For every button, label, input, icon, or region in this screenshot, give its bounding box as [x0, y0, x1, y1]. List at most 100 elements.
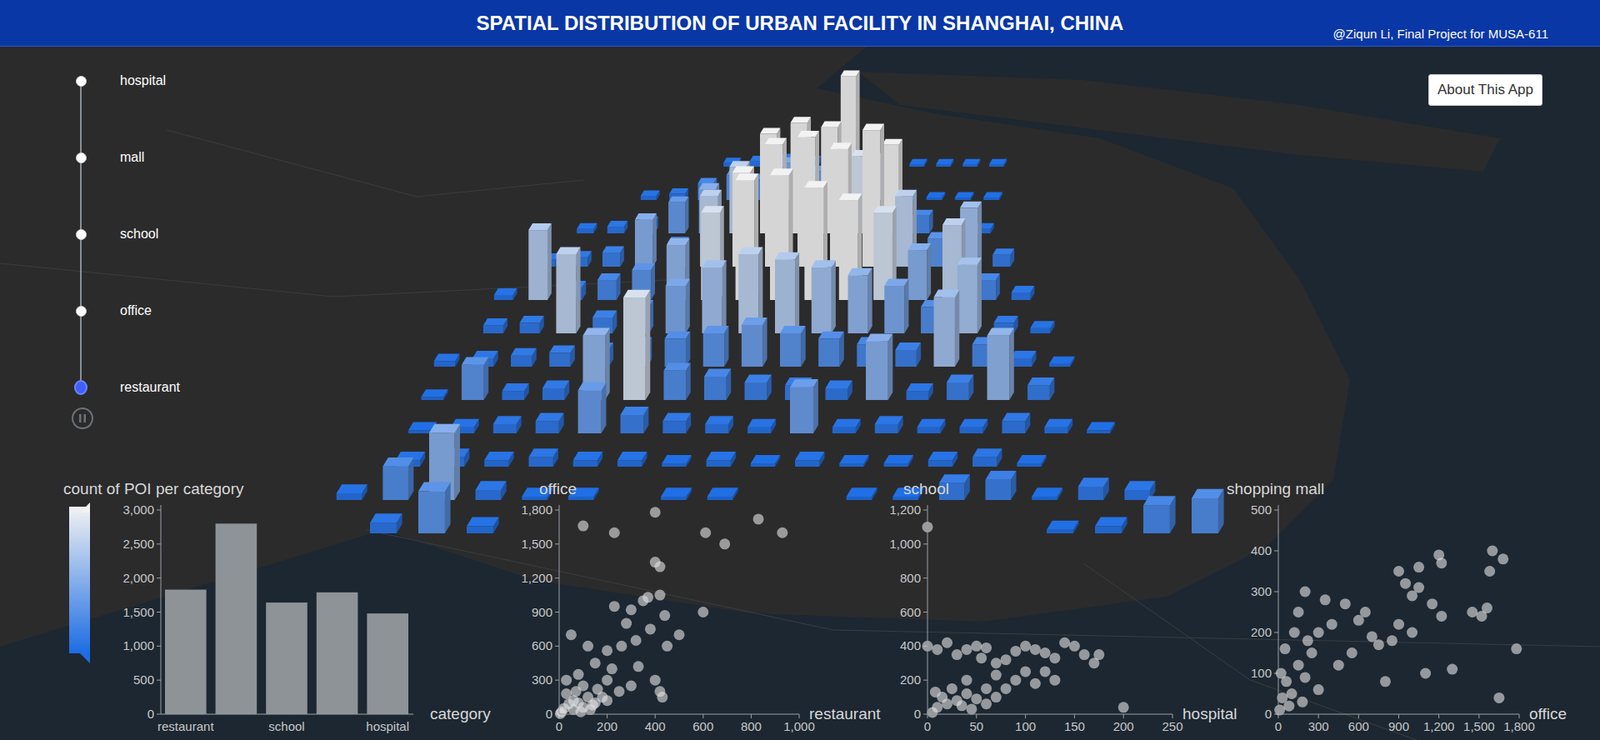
timeline-item[interactable]: school	[74, 225, 180, 243]
scatter-point[interactable]	[776, 527, 788, 539]
scatter-point[interactable]	[654, 685, 665, 697]
scatter-point[interactable]	[592, 684, 604, 695]
scatter-point[interactable]	[1493, 692, 1505, 704]
scatter-point[interactable]	[1020, 665, 1031, 677]
scatter-point[interactable]	[1313, 684, 1325, 695]
scatter-point[interactable]	[1293, 606, 1305, 618]
scatter-point[interactable]	[1346, 647, 1358, 659]
scatter-point[interactable]	[990, 691, 1002, 703]
scatter-point[interactable]	[1435, 557, 1447, 569]
scatter-point[interactable]	[1093, 649, 1105, 660]
scatter-point[interactable]	[1049, 652, 1060, 664]
scatter-point[interactable]	[609, 600, 620, 612]
scatter-point[interactable]	[719, 538, 730, 550]
scatter-point[interactable]	[970, 693, 982, 705]
scatter-point[interactable]	[1040, 647, 1051, 659]
scatter-point[interactable]	[1400, 578, 1411, 590]
scatter-point[interactable]	[1000, 654, 1012, 665]
scatter-point[interactable]	[577, 520, 589, 532]
scatter-point[interactable]	[930, 686, 941, 698]
scatter-point[interactable]	[1283, 700, 1295, 712]
bar[interactable]	[265, 602, 308, 715]
scatter-point[interactable]	[1000, 683, 1012, 695]
timeline-item[interactable]: restaurant	[74, 379, 180, 396]
scatter-point[interactable]	[1300, 586, 1311, 598]
scatter-point[interactable]	[609, 527, 620, 539]
scatter-point[interactable]	[1079, 649, 1090, 660]
scatter-point[interactable]	[941, 637, 953, 649]
scatter-point[interactable]	[1486, 545, 1498, 557]
scatter-point[interactable]	[1360, 606, 1371, 618]
scatter-point[interactable]	[980, 642, 992, 654]
scatter-point[interactable]	[931, 701, 943, 713]
scatter-point[interactable]	[1446, 664, 1458, 675]
scatter-point[interactable]	[601, 695, 613, 706]
scatter-point[interactable]	[1435, 610, 1447, 622]
scatter-point[interactable]	[1380, 675, 1391, 687]
scatter-point[interactable]	[1040, 665, 1051, 677]
scatter-point[interactable]	[1069, 640, 1080, 652]
scatter-point[interactable]	[990, 670, 1002, 681]
about-button[interactable]: About This App	[1428, 74, 1543, 106]
scatter-point[interactable]	[1510, 643, 1522, 655]
scatter-point[interactable]	[980, 698, 992, 710]
scatter-point[interactable]	[573, 669, 585, 680]
scatter-point[interactable]	[645, 623, 656, 635]
scatter-point[interactable]	[1373, 639, 1385, 650]
scatter-point[interactable]	[1406, 590, 1418, 601]
scatter-point[interactable]	[570, 685, 582, 697]
scatter-point[interactable]	[625, 604, 637, 615]
scatter-point[interactable]	[965, 703, 977, 715]
scatter-point[interactable]	[1049, 675, 1060, 686]
scatter-point[interactable]	[1484, 565, 1495, 577]
scatter-point[interactable]	[1413, 561, 1425, 573]
play-pause-button[interactable]	[71, 407, 94, 430]
scatter-point[interactable]	[951, 649, 963, 660]
scatter-point[interactable]	[654, 561, 665, 573]
scatter-point[interactable]	[956, 700, 968, 711]
scatter-point[interactable]	[990, 657, 1002, 669]
scatter-point[interactable]	[575, 706, 586, 718]
scatter-point[interactable]	[1020, 640, 1031, 652]
timeline-item[interactable]: hospital	[74, 72, 180, 90]
timeline-dot[interactable]	[75, 229, 87, 240]
timeline-dot[interactable]	[75, 75, 87, 87]
scatter-point[interactable]	[1393, 565, 1405, 577]
scatter-point[interactable]	[659, 610, 670, 621]
scatter-point[interactable]	[1118, 701, 1130, 713]
timeline-dot[interactable]	[75, 305, 87, 317]
scatter-point[interactable]	[980, 683, 992, 695]
timeline-item[interactable]: office	[74, 302, 180, 320]
scatter-point[interactable]	[1313, 627, 1325, 639]
scatter-point[interactable]	[1289, 627, 1300, 639]
scatter-point[interactable]	[630, 635, 642, 646]
scatter-point[interactable]	[1481, 602, 1493, 614]
bar[interactable]	[215, 523, 258, 715]
scatter-point[interactable]	[650, 506, 661, 518]
scatter-point[interactable]	[1293, 660, 1305, 671]
bar[interactable]	[316, 592, 359, 715]
scatter-point[interactable]	[700, 527, 711, 539]
scatter-point[interactable]	[697, 606, 709, 618]
scatter-point[interactable]	[1296, 696, 1308, 708]
scatter-point[interactable]	[560, 688, 572, 700]
scatter-point[interactable]	[1426, 598, 1438, 610]
scatter-point[interactable]	[1386, 635, 1398, 646]
scatter-point[interactable]	[1306, 647, 1318, 659]
scatter-point[interactable]	[555, 708, 566, 720]
scatter-point[interactable]	[606, 663, 618, 675]
scatter-point[interactable]	[620, 618, 632, 630]
scatter-point[interactable]	[614, 685, 625, 697]
scatter-point[interactable]	[654, 590, 665, 601]
scatter-point[interactable]	[560, 675, 572, 686]
scatter-point[interactable]	[661, 640, 673, 652]
scatter-point[interactable]	[1466, 606, 1478, 618]
scatter-point[interactable]	[585, 704, 596, 715]
scatter-point[interactable]	[970, 640, 982, 652]
scatter-point[interactable]	[961, 675, 973, 686]
bar[interactable]	[366, 613, 409, 715]
scatter-point[interactable]	[582, 640, 594, 652]
scatter-point[interactable]	[1340, 598, 1351, 610]
scatter-point[interactable]	[590, 657, 601, 669]
scatter-point[interactable]	[601, 675, 613, 686]
